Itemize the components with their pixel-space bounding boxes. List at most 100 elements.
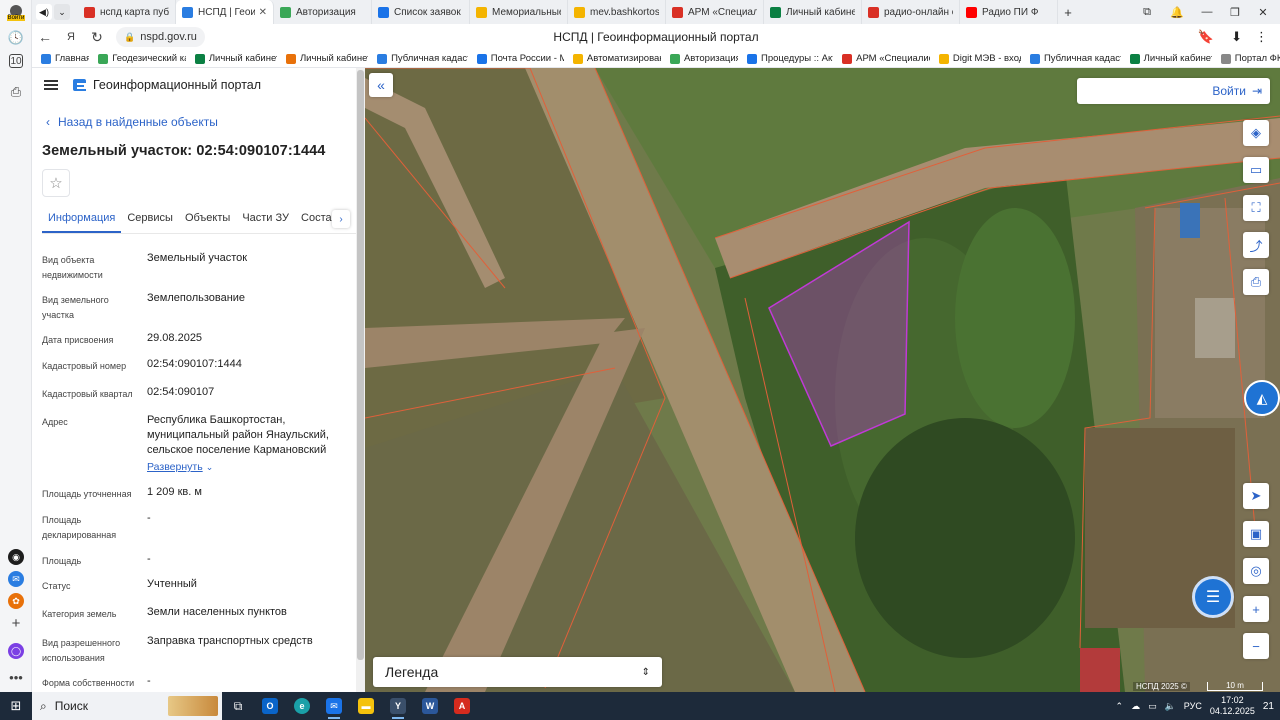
browser-tab[interactable]: Радио ПИ Ф xyxy=(960,0,1058,24)
start-button[interactable]: ⊞ xyxy=(0,692,32,720)
tab-title: нспд карта публи xyxy=(100,6,169,18)
notifications-icon[interactable]: 🔔 xyxy=(1162,0,1192,24)
browser-tab[interactable]: нспд карта публи xyxy=(78,0,176,24)
bookmark-item[interactable]: Личный кабинет xyxy=(194,53,277,64)
expand-link-label[interactable]: Развернуть xyxy=(147,461,203,473)
bookmark-item[interactable]: Главная xyxy=(41,53,89,64)
history-icon[interactable]: 🕓 xyxy=(6,28,26,48)
favorite-star-button[interactable]: ☆ xyxy=(42,169,70,197)
bookmark-item[interactable]: Публичная кадаст xyxy=(1029,53,1121,64)
collections-icon[interactable]: ⧉ xyxy=(1132,0,1162,24)
geolocation-button[interactable]: ◎ xyxy=(1243,558,1269,584)
tab-title: Авторизация xyxy=(296,6,356,18)
profile-button[interactable]: Войти xyxy=(6,2,26,24)
bookmark-item[interactable]: АРМ «Специалис xyxy=(842,53,930,64)
clock[interactable]: 17:02 04.12.2025 xyxy=(1210,695,1255,717)
reload-icon[interactable]: ↻ xyxy=(84,29,110,46)
outlook-app[interactable]: O xyxy=(254,692,286,720)
mail-app[interactable]: ✉ xyxy=(318,692,350,720)
locate-button[interactable]: ➤ xyxy=(1243,483,1269,509)
notification-count[interactable]: 21 xyxy=(1263,701,1274,712)
tab-services[interactable]: Сервисы xyxy=(121,208,179,233)
close-tab-icon[interactable]: ✕ xyxy=(259,7,267,18)
edge-app[interactable]: e xyxy=(286,692,318,720)
app-icon-1[interactable]: ◉ xyxy=(8,549,24,565)
bookmark-item[interactable]: Процедуры :: Акт xyxy=(747,53,833,64)
add-app-icon[interactable]: + xyxy=(6,613,26,633)
url-field[interactable]: 🔒 nspd.gov.ru xyxy=(116,27,205,47)
measure-button[interactable]: ▭ xyxy=(1243,157,1269,183)
word-app[interactable]: W xyxy=(414,692,446,720)
network-icon[interactable]: ▭ xyxy=(1148,701,1157,712)
tab-list-icon[interactable]: ⌄ xyxy=(54,4,70,20)
task-view-button[interactable]: ⧉ xyxy=(222,692,254,720)
bookmark-icon[interactable]: 🔖 xyxy=(1198,29,1214,45)
yandex-icon[interactable]: Я xyxy=(58,31,84,43)
tabs-counter-icon[interactable]: 10 xyxy=(9,54,23,68)
restore-button[interactable]: ❐ xyxy=(1220,0,1250,24)
expand-link[interactable]: Развернуть ⌄ xyxy=(147,460,347,475)
back-to-results-link[interactable]: ‹ Назад в найденные объекты xyxy=(46,115,218,129)
scrollbar-thumb[interactable] xyxy=(357,70,364,660)
language-indicator[interactable]: РУС xyxy=(1184,701,1202,711)
menu-icon[interactable] xyxy=(44,80,58,90)
menu-icon[interactable]: ⋮ xyxy=(1255,29,1268,45)
back-icon[interactable]: ← xyxy=(32,29,58,45)
browser-tab[interactable]: Авторизация xyxy=(274,0,372,24)
bookmark-item[interactable]: Авторизация xyxy=(669,53,738,64)
zoom-in-button[interactable]: + xyxy=(1243,596,1269,622)
panel-scrollbar[interactable] xyxy=(356,68,365,692)
bookmark-item[interactable]: Личный кабинет xyxy=(285,53,368,64)
tab-favicon-icon xyxy=(280,6,291,18)
bookmark-item[interactable]: Почта России - М xyxy=(476,53,564,64)
bookmark-item[interactable]: Публичная кадаст xyxy=(377,53,468,64)
app-icon-2[interactable]: ✉ xyxy=(8,571,24,587)
explorer-app[interactable]: ▬ xyxy=(350,692,382,720)
browser-tab[interactable]: Список заявок — xyxy=(372,0,470,24)
minimap-button[interactable]: ▣ xyxy=(1243,521,1269,547)
field-value: Республика Башкортостан, муниципальный р… xyxy=(147,414,329,456)
bookmark-item[interactable]: Личный кабинет xyxy=(1129,53,1212,64)
tabs-scroll-right-button[interactable]: › xyxy=(332,210,350,228)
browser-tab[interactable]: Мемориальные с xyxy=(470,0,568,24)
bookmark-item[interactable]: Digit МЭВ - вход xyxy=(938,53,1021,64)
select-area-button[interactable]: ⛶ xyxy=(1243,195,1269,221)
bookmark-item[interactable]: Портал ФК xyxy=(1220,53,1280,64)
tray-chevron-icon[interactable]: ⌃ xyxy=(1116,701,1124,712)
browser-tab[interactable]: АРМ «Специалис xyxy=(666,0,764,24)
new-tab-button[interactable]: + xyxy=(1058,5,1078,20)
close-window-button[interactable]: ✕ xyxy=(1248,0,1278,24)
assistant-button[interactable]: ◭ xyxy=(1244,380,1280,416)
bookmark-item[interactable]: Автоматизирован xyxy=(572,53,661,64)
alice-icon[interactable]: ◯ xyxy=(8,643,24,659)
browser-tab[interactable]: Личный кабинет xyxy=(764,0,862,24)
speaker-icon[interactable]: ◀) xyxy=(36,4,52,20)
extension-icon[interactable]: ⬇ xyxy=(1231,29,1242,45)
tab-objects[interactable]: Объекты xyxy=(179,208,236,233)
chat-button[interactable]: ☰ xyxy=(1192,576,1234,618)
login-button[interactable]: Войти ⇥ xyxy=(1077,78,1270,104)
tab-information[interactable]: Информация xyxy=(42,208,122,233)
zoom-out-button[interactable]: − xyxy=(1243,633,1269,659)
screenshot-icon[interactable]: ⎙ xyxy=(6,82,26,102)
yandex-browser-app[interactable]: Y xyxy=(382,692,414,720)
legend-dropdown[interactable]: Легенда ⇕ xyxy=(373,657,662,687)
share-button[interactable]: ⤴ xyxy=(1243,232,1269,258)
bookmark-item[interactable]: Геодезический ка xyxy=(98,53,186,64)
tab-favicon-icon xyxy=(672,6,683,18)
browser-tab[interactable]: mev.bashkortosta xyxy=(568,0,666,24)
map-view[interactable]: « Войти ⇥ ◈ ▭ ⛶ ⤴ ⎙ ◭ ➤ ▣ ◎ + − ☰ Легенда… xyxy=(365,68,1280,692)
browser-tab[interactable]: НСПД | Геоинф ✕ xyxy=(176,0,274,24)
minimize-button[interactable]: — xyxy=(1192,0,1222,24)
more-icon[interactable]: ••• xyxy=(6,667,26,687)
volume-icon[interactable]: 🔈 xyxy=(1165,701,1176,712)
app-icon-3[interactable]: ✿ xyxy=(8,593,24,609)
layers-button[interactable]: ◈ xyxy=(1243,120,1269,146)
browser-tab[interactable]: радио-онлайн сл xyxy=(862,0,960,24)
acrobat-app[interactable]: A xyxy=(446,692,478,720)
print-button[interactable]: ⎙ xyxy=(1243,269,1269,295)
collapse-panel-button[interactable]: « xyxy=(369,73,393,97)
taskbar-search[interactable]: ⌕ Поиск xyxy=(32,692,222,720)
tab-parts[interactable]: Части ЗУ xyxy=(236,208,295,233)
cloud-icon[interactable]: ☁ xyxy=(1131,701,1140,712)
